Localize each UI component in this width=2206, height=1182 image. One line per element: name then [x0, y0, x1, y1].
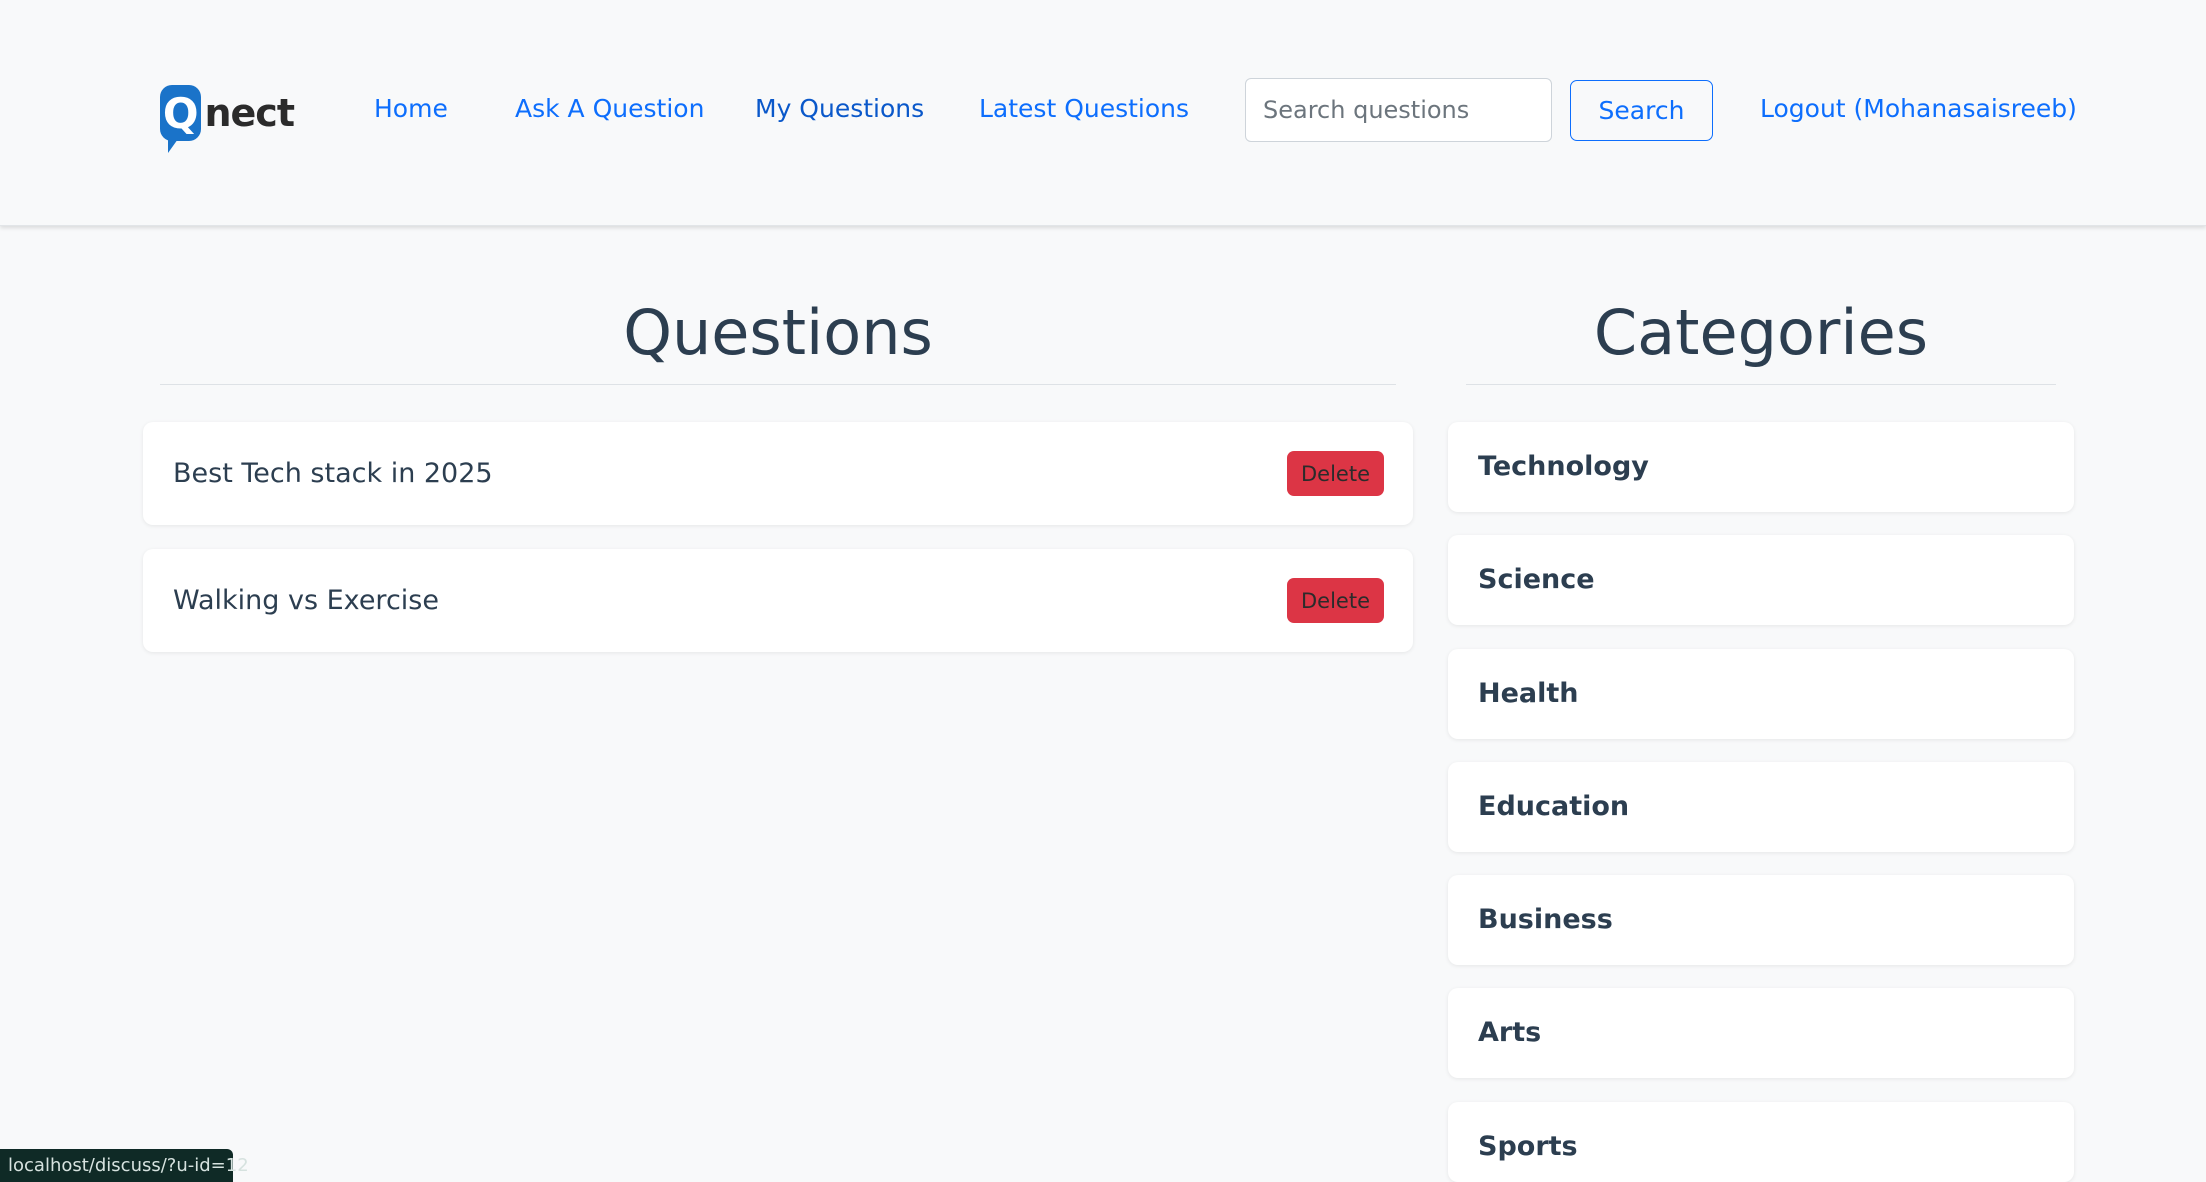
category-label: Education	[1478, 791, 1630, 822]
question-card[interactable]: Walking vs Exercise Delete	[143, 549, 1413, 652]
logo-text: nect	[204, 91, 295, 135]
category-label: Science	[1478, 564, 1595, 595]
delete-question-button[interactable]: Delete	[1287, 451, 1384, 496]
logout-link[interactable]: Logout (Mohanasaisreeb)	[1760, 94, 2077, 123]
speech-bubble-icon: Q	[160, 85, 202, 153]
category-item-business[interactable]: Business	[1448, 875, 2074, 965]
delete-question-button[interactable]: Delete	[1287, 578, 1384, 623]
questions-heading: Questions	[623, 296, 933, 369]
categories-divider	[1466, 384, 2056, 385]
nav-my-questions-link[interactable]: My Questions	[755, 94, 924, 123]
category-label: Health	[1478, 678, 1579, 709]
category-label: Business	[1478, 904, 1613, 935]
category-item-sports[interactable]: Sports	[1448, 1102, 2074, 1182]
question-title[interactable]: Best Tech stack in 2025	[173, 458, 493, 489]
search-button[interactable]: Search	[1570, 80, 1713, 141]
category-item-arts[interactable]: Arts	[1448, 988, 2074, 1078]
navbar: Q nect Home Ask A Question My Questions …	[0, 0, 2206, 226]
questions-divider	[160, 384, 1396, 385]
status-bar-url: localhost/discuss/?u-id=12	[0, 1149, 249, 1182]
category-item-education[interactable]: Education	[1448, 762, 2074, 852]
category-item-technology[interactable]: Technology	[1448, 422, 2074, 512]
category-label: Arts	[1478, 1017, 1542, 1048]
nav-home-link[interactable]: Home	[374, 94, 448, 123]
category-item-science[interactable]: Science	[1448, 535, 2074, 625]
question-title[interactable]: Walking vs Exercise	[173, 585, 439, 616]
category-item-health[interactable]: Health	[1448, 649, 2074, 739]
search-input[interactable]	[1245, 78, 1552, 142]
question-card[interactable]: Best Tech stack in 2025 Delete	[143, 422, 1413, 525]
nav-ask-question-link[interactable]: Ask A Question	[515, 94, 704, 123]
logo-letter: Q	[162, 88, 199, 138]
categories-heading: Categories	[1593, 296, 1929, 369]
qnect-logo[interactable]: Q nect	[160, 80, 295, 153]
nav-latest-questions-link[interactable]: Latest Questions	[979, 94, 1189, 123]
category-label: Technology	[1478, 451, 1649, 482]
category-label: Sports	[1478, 1131, 1578, 1162]
